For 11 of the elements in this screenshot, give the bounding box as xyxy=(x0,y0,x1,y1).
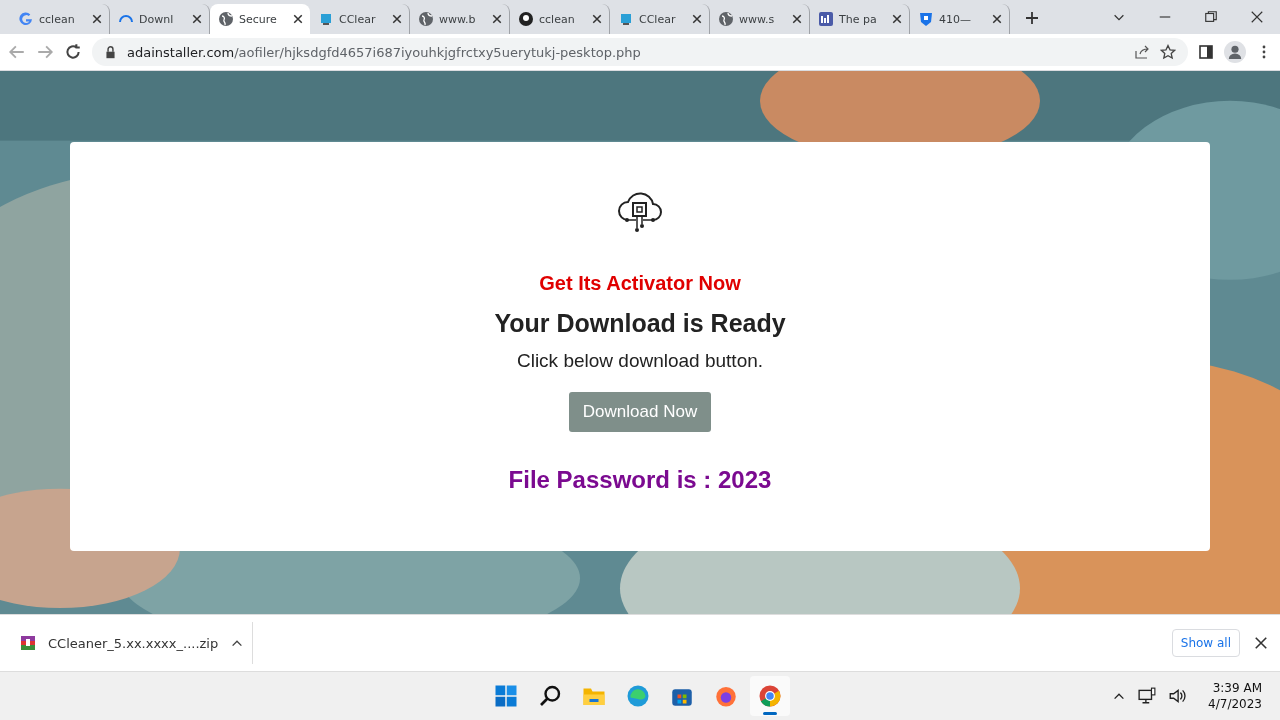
download-item[interactable]: CCleaner_5.xx.xxxx_....zip xyxy=(20,622,253,664)
promo-heading: Get Its Activator Now xyxy=(539,272,741,295)
address-bar[interactable]: adainstaller.com/aofiler/hjksdgfd4657i687iyouhkjgfrctxy5uerytukj-pesktop.php xyxy=(92,38,1188,66)
browser-tab[interactable]: Secure xyxy=(210,4,310,34)
url-text: adainstaller.com/aofiler/hjksdgfd4657i687iyouhkjgfrctxy5uerytukj-pesktop.php xyxy=(127,44,642,60)
clock-time: 3:39 AM xyxy=(1212,680,1262,696)
page-heading: Your Download is Ready xyxy=(494,309,786,338)
instruction-text: Click below download button. xyxy=(516,350,764,372)
show-all-button[interactable]: Show all xyxy=(1171,629,1240,657)
clock-date: 4/7/2023 xyxy=(1208,696,1262,712)
password-text: File Password is : 2023 xyxy=(508,466,772,494)
